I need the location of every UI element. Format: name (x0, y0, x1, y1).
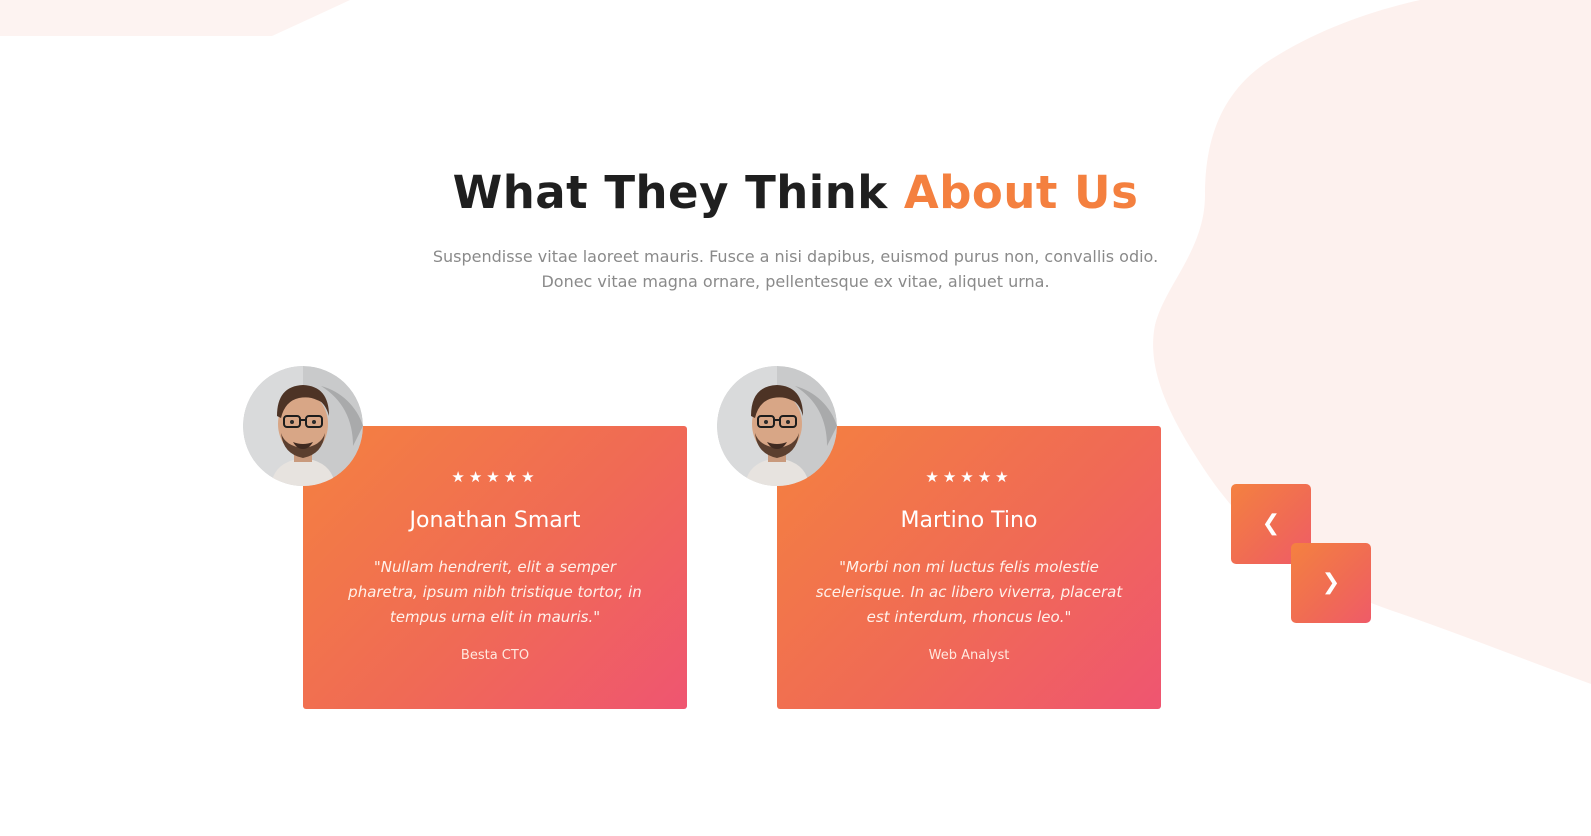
testimonial-name: Martino Tino (900, 508, 1038, 533)
background-blob-top-left (0, 0, 350, 36)
testimonial-item: ★★★★★ Martino Tino "Morbi non mi luctus … (717, 366, 1162, 710)
star-rating: ★★★★★ (451, 468, 539, 486)
testimonial-card: ★★★★★ Jonathan Smart "Nullam hendrerit, … (303, 426, 687, 709)
section-title-main: What They Think (452, 166, 888, 219)
testimonial-role: Web Analyst (928, 648, 1010, 663)
chevron-right-icon: ❯ (1321, 570, 1341, 595)
testimonial-item: ★★★★★ Jonathan Smart "Nullam hendrerit, … (243, 366, 688, 710)
section-subtitle: Suspendisse vitae laoreet mauris. Fusce … (432, 247, 1159, 291)
star-rating: ★★★★★ (925, 468, 1013, 486)
section-title-accent: About Us (903, 166, 1139, 219)
testimonial-card: ★★★★★ Martino Tino "Morbi non mi luctus … (777, 426, 1161, 709)
avatar (717, 366, 837, 486)
next-button[interactable]: ❯ (1291, 543, 1371, 623)
testimonial-role: Besta CTO (460, 648, 530, 663)
background-blob-right (1153, 0, 1591, 684)
testimonial-quote: "Nullam hendrerit, elit a semper pharetr… (348, 558, 642, 626)
person-avatar-icon (717, 366, 837, 486)
testimonial-name: Jonathan Smart (409, 508, 581, 533)
testimonial-quote: "Morbi non mi luctus felis molestie scel… (815, 558, 1123, 626)
chevron-left-icon: ❮ (1261, 511, 1281, 536)
avatar (243, 366, 363, 486)
person-avatar-icon (243, 366, 363, 486)
section-title: What They Think About Us (0, 162, 1591, 224)
